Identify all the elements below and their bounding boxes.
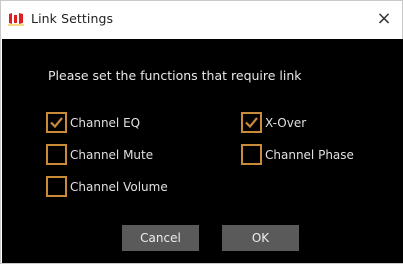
checkbox-label: X-Over — [265, 115, 307, 130]
checkbox-channel-mute[interactable]: Channel Mute — [46, 144, 153, 165]
checkbox-box[interactable] — [46, 112, 67, 133]
window-title: Link Settings — [31, 11, 114, 26]
title-bar: Link Settings × — [1, 1, 402, 37]
checkbox-channel-phase[interactable]: Channel Phase — [241, 144, 354, 165]
checkbox-label: Channel EQ — [70, 115, 141, 130]
checkbox-box[interactable] — [46, 144, 67, 165]
cancel-button[interactable]: Cancel — [122, 225, 199, 251]
checkbox-x-over[interactable]: X-Over — [241, 112, 306, 133]
checkbox-box[interactable] — [241, 144, 262, 165]
link-settings-dialog: Link Settings × Please set the functions… — [0, 0, 403, 264]
checkbox-label: Channel Volume — [70, 179, 168, 194]
ok-button[interactable]: OK — [222, 225, 299, 251]
checkmark-icon — [50, 117, 63, 129]
checkbox-label: Channel Phase — [265, 147, 354, 162]
checkbox-box[interactable] — [241, 112, 262, 133]
checkbox-channel-volume[interactable]: Channel Volume — [46, 176, 168, 197]
prompt-text: Please set the functions that require li… — [48, 68, 302, 83]
dialog-body: Please set the functions that require li… — [2, 39, 403, 263]
app-logo-icon — [8, 11, 24, 26]
checkbox-label: Channel Mute — [70, 147, 154, 162]
close-icon: × — [376, 7, 392, 29]
checkbox-box[interactable] — [46, 176, 67, 197]
checkmark-icon — [245, 117, 258, 129]
close-button[interactable]: × — [370, 5, 398, 31]
checkbox-channel-eq[interactable]: Channel EQ — [46, 112, 140, 133]
